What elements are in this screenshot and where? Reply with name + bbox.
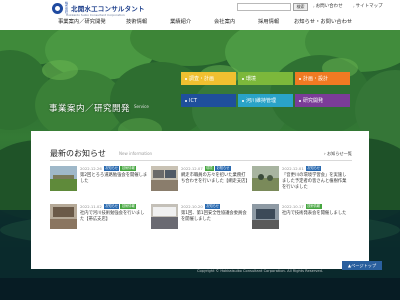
news-title: 第1回、第1回安全性協議会委員会を開催しました: [181, 211, 247, 223]
news-meta: 2022.11.02 お知らせ 技術情報: [80, 204, 137, 209]
bullet-icon: [299, 99, 301, 102]
news-meta: 2022.10.17 技術情報: [282, 204, 323, 209]
news-panel: 最新のお知らせ New information › お知らせ一覧 2022.12…: [31, 131, 369, 269]
news-tag: お知らせ: [204, 204, 221, 209]
nav-item-tech[interactable]: 技術情報: [126, 17, 147, 25]
news-meta: 2022.12.01 お知らせ: [282, 166, 322, 171]
copyright: Copyright © Hokkaisuiko Consultant Corpo…: [196, 269, 324, 273]
search-button[interactable]: 検索: [293, 3, 308, 11]
util-link-label: サイトマップ: [355, 4, 383, 9]
news-thumbnail: [151, 166, 178, 191]
nav-item-company[interactable]: 会社案内: [214, 17, 235, 25]
news-tag: 技術情報: [120, 166, 137, 171]
news-tag: お知らせ: [103, 166, 120, 171]
page-top-label: ページトップ: [351, 262, 377, 268]
news-title: 「音更川の環境学習会」を実施しました予定者の皆さんと植樹作業を行いました: [282, 173, 347, 191]
bullet-icon: [242, 99, 244, 102]
menu-tile-label: 調査・計画: [189, 76, 215, 82]
news-thumbnail: [50, 166, 77, 191]
menu-tile-ict[interactable]: ICT: [181, 94, 236, 107]
menu-tile-environment[interactable]: 環境: [238, 72, 293, 85]
news-item[interactable]: 2022.12.01 お知らせ 「音更川の環境学習会」を実施しました予定者の皆さ…: [252, 166, 350, 200]
news-item[interactable]: 2022.10.17 技術情報 社内で技術発表会を開催しました: [252, 204, 350, 238]
company-logo[interactable]: 株式会社 北開水工コンサルタント Hokkaido Suiko Consulta…: [52, 2, 145, 17]
logo-company-name: 北開水工コンサルタント: [71, 5, 145, 13]
news-title: 網走市職員の方々を招いた業務打ち合わせを行いました【網走支店】: [181, 173, 250, 185]
menu-tile-label: ICT: [189, 97, 198, 104]
nav-item-news-contact[interactable]: お知らせ・お問い合わせ: [294, 17, 352, 25]
menu-tile-design[interactable]: 計画・設計: [295, 72, 350, 85]
menu-tile-label: 研究開発: [303, 98, 324, 104]
news-date: 2022.12.01: [282, 166, 304, 171]
news-meta: 2022.12.07 環境 お知らせ: [181, 166, 232, 171]
bullet-icon: [242, 77, 244, 80]
chevron-right-icon: ›: [353, 3, 355, 9]
nav-item-recruit[interactable]: 採用情報: [258, 17, 279, 25]
news-title: 社内で河川技術勉強会を行いました【帯広支店】: [80, 211, 145, 223]
news-thumbnail: [50, 204, 77, 229]
news-date: 2022.12.26: [80, 166, 102, 171]
news-list-link[interactable]: › お知らせ一覧: [324, 151, 352, 157]
divider: [50, 160, 352, 161]
news-list-link-label: お知らせ一覧: [326, 151, 352, 156]
news-thumbnail: [252, 204, 279, 229]
bullet-icon: [185, 77, 187, 80]
news-date: 2022.10.20: [181, 204, 203, 209]
hero-section-title: 事業案内／研究開発: [49, 104, 131, 114]
news-item[interactable]: 2022.10.20 お知らせ 第1回、第1回安全性協議会委員会を開催しました: [151, 204, 249, 238]
util-link-label: お問い合わせ: [315, 4, 343, 9]
news-tag: 技術情報: [305, 204, 322, 209]
news-date: 2022.12.07: [181, 166, 203, 171]
util-link-contact[interactable]: › お問い合わせ: [313, 3, 343, 10]
news-tag: 技術情報: [120, 204, 137, 209]
news-title: 第2回とろろ道路勉強会を開催しました: [80, 173, 148, 185]
news-meta: 2022.12.26 お知らせ 技術情報: [80, 166, 137, 171]
news-subheading: New information: [119, 151, 153, 156]
news-date: 2022.10.17: [282, 204, 304, 209]
util-link-sitemap[interactable]: › サイトマップ: [353, 3, 383, 10]
news-thumbnail: [151, 204, 178, 229]
menu-tile-research[interactable]: 研究開発: [295, 94, 350, 107]
news-item[interactable]: 2022.12.26 お知らせ 技術情報 第2回とろろ道路勉強会を開催しました: [50, 166, 148, 200]
news-date: 2022.11.02: [80, 204, 102, 209]
bullet-icon: [185, 99, 187, 102]
bullet-icon: [299, 77, 301, 80]
news-tag: お知らせ: [215, 166, 231, 171]
site-header: 株式会社 北開水工コンサルタント Hokkaido Suiko Consulta…: [0, 0, 400, 30]
menu-tile-label: 河川維持管理: [246, 98, 277, 104]
news-tag: お知らせ: [103, 204, 120, 209]
news-tag: 環境: [204, 166, 215, 171]
news-tag: お知らせ: [305, 166, 322, 171]
news-item[interactable]: 2022.12.07 環境 お知らせ 網走市職員の方々を招いた業務打ち合わせを行…: [151, 166, 250, 200]
menu-tile-survey[interactable]: 調査・計画: [181, 72, 236, 85]
search-area: 検索: [237, 3, 308, 11]
search-input[interactable]: [237, 3, 291, 11]
news-heading: 最新のお知らせ: [50, 149, 106, 158]
menu-tile-river-maintenance[interactable]: 河川維持管理: [238, 94, 293, 107]
news-meta: 2022.10.20 お知らせ: [181, 204, 221, 209]
chevron-right-icon: ›: [313, 3, 315, 9]
global-nav: 事業案内／研究開発 技術情報 業績紹介 会社案内 採用情報 お知らせ・お問い合わ…: [0, 17, 400, 27]
logo-mark-icon: [52, 2, 63, 14]
nav-item-service[interactable]: 事業案内／研究開発: [58, 17, 106, 25]
hero-section-subtitle: Service: [134, 104, 149, 109]
news-title: 社内で技術発表会を開催しました: [282, 211, 347, 216]
nav-item-works[interactable]: 業績紹介: [170, 17, 191, 25]
footer-bar: [0, 278, 400, 300]
menu-tile-label: 環境: [246, 76, 257, 82]
news-item[interactable]: 2022.11.02 お知らせ 技術情報 社内で河川技術勉強会を行いました【帯広…: [50, 204, 148, 238]
menu-tile-label: 計画・設計: [303, 76, 329, 82]
news-thumbnail: [252, 166, 279, 191]
